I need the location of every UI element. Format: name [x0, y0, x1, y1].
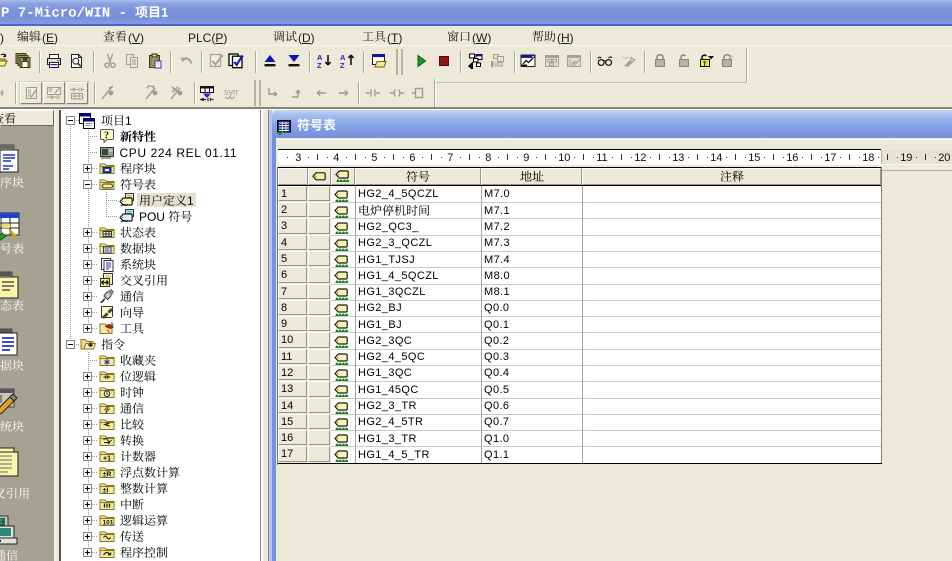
svg-text:±R: ±R — [103, 472, 112, 479]
svg-text:Z: Z — [340, 61, 345, 69]
svg-text:±I: ±I — [103, 488, 109, 495]
svg-text:?: ? — [104, 131, 109, 142]
svg-text:T: T — [702, 61, 706, 68]
svg-text:sym: sym — [224, 87, 239, 97]
svg-text:+1: +1 — [103, 456, 111, 463]
svg-text:Z: Z — [317, 61, 322, 69]
svg-text:101: 101 — [103, 520, 114, 527]
